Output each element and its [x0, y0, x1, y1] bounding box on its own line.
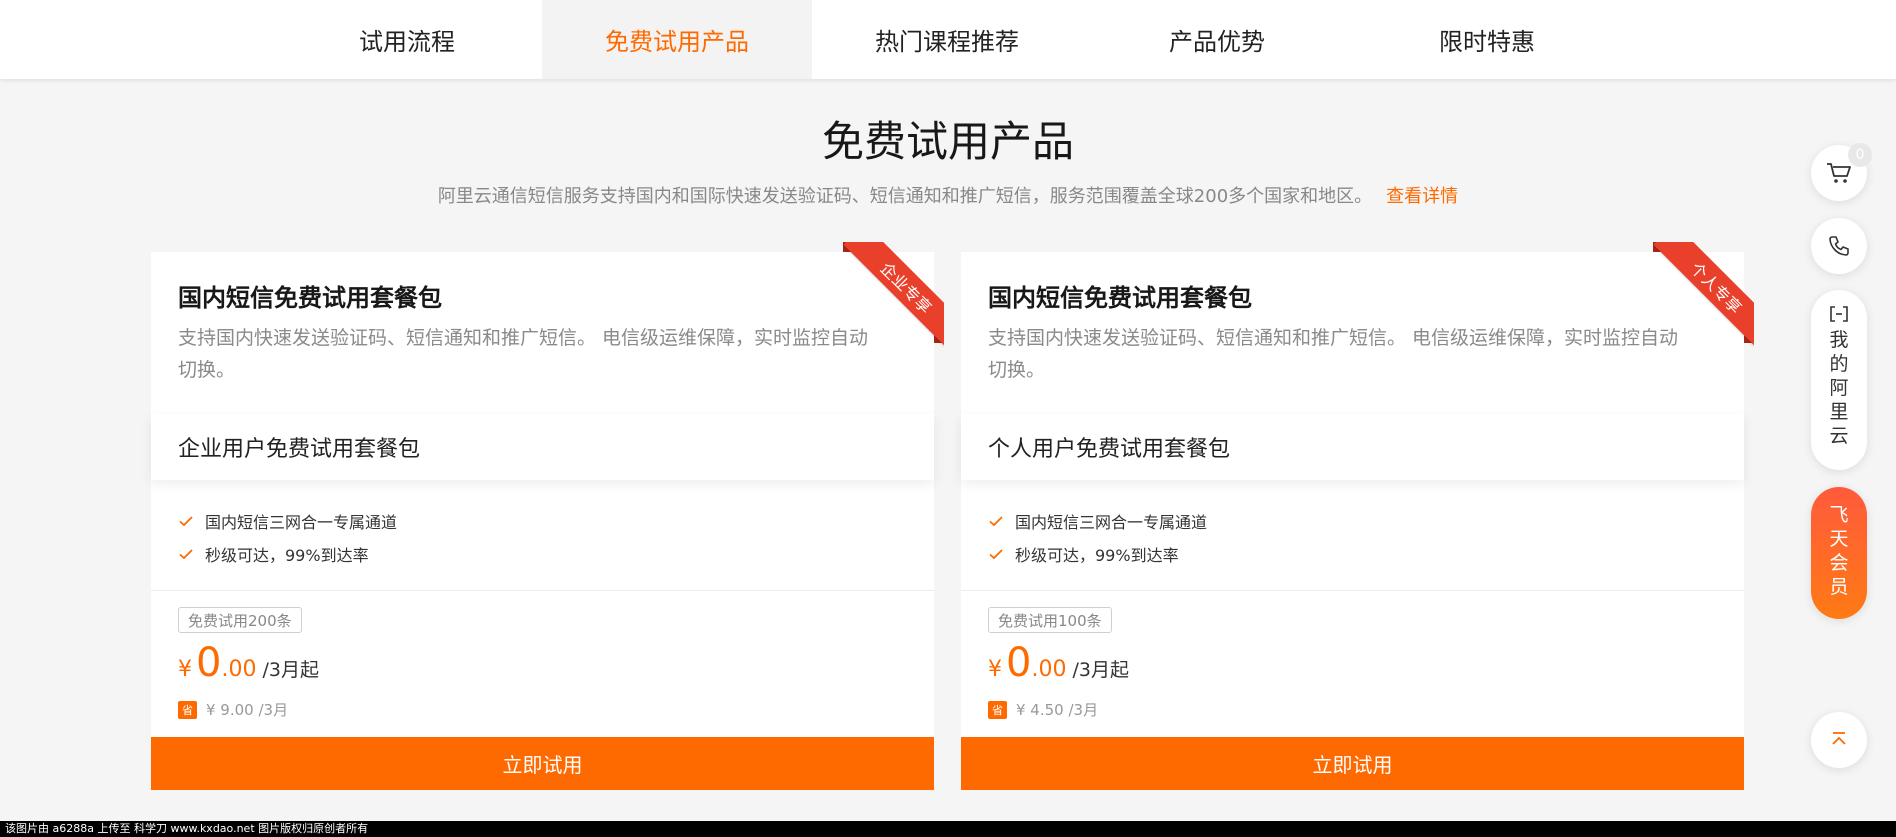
feature-list: 国内短信三网合一专属通道 秒级可达，99%到达率: [178, 504, 397, 570]
price-decimal: .00: [221, 657, 257, 682]
feitian-member-label: 飞天会员: [1829, 504, 1849, 598]
plan-name: 企业用户免费试用套餐包: [151, 414, 934, 480]
back-to-top-icon: [1832, 732, 1846, 745]
plan-name: 个人用户免费试用套餐包: [961, 414, 1744, 480]
card-description: 支持国内快速发送验证码、短信通知和推广短信。 电信级运维保障，实时监控自动切换。: [988, 327, 1679, 381]
top-nav: 试用流程 免费试用产品 热门课程推荐 产品优势 限时特惠: [0, 0, 1896, 79]
price: ¥ 0 .00 /3月起: [988, 640, 1129, 690]
savings: 省 ¥ 9.00 /3月: [178, 699, 288, 720]
try-now-button[interactable]: 立即试用: [961, 737, 1744, 790]
price-currency: ¥: [988, 657, 1002, 682]
check-icon: [179, 515, 193, 526]
view-details-link[interactable]: 查看详情: [1386, 186, 1458, 207]
check-icon: [989, 548, 1003, 559]
feature-item: 国内短信三网合一专属通道: [988, 504, 1207, 537]
card-title: 国内短信免费试用套餐包: [988, 284, 1252, 312]
my-aliyun-button[interactable]: 我的阿里云: [1811, 290, 1867, 470]
divider: [961, 590, 1744, 591]
feature-item: 秒级可达，99%到达率: [988, 537, 1207, 570]
tab-hot-courses[interactable]: 热门课程推荐: [812, 0, 1082, 79]
tab-product-advantages[interactable]: 产品优势: [1082, 0, 1352, 79]
feitian-member-button[interactable]: 飞天会员: [1811, 487, 1867, 619]
section-description: 阿里云通信短信服务支持国内和国际快速发送验证码、短信通知和推广短信，服务范围覆盖…: [0, 182, 1896, 208]
check-icon: [179, 548, 193, 559]
price-integer: 0: [1006, 640, 1032, 686]
tab-free-trial-products[interactable]: 免费试用产品: [542, 0, 812, 79]
save-badge: 省: [988, 700, 1007, 719]
phone-icon: [1829, 236, 1849, 256]
price-decimal: .00: [1031, 657, 1067, 682]
price-integer: 0: [196, 640, 222, 686]
card-description: 支持国内快速发送验证码、短信通知和推广短信。 电信级运维保障，实时监控自动切换。: [178, 327, 869, 381]
price: ¥ 0 .00 /3月起: [178, 640, 319, 690]
trial-card-enterprise: 企业专享 国内短信免费试用套餐包 支持国内快速发送验证码、短信通知和推广短信。 …: [151, 242, 944, 790]
feature-text: 秒级可达，99%到达率: [1015, 545, 1179, 565]
original-price: ¥ 9.00 /3月: [206, 701, 289, 719]
cart-count-badge: 0: [1848, 143, 1872, 167]
quota-tag: 免费试用200条: [178, 607, 302, 633]
feature-list: 国内短信三网合一专属通道 秒级可达，99%到达率: [988, 504, 1207, 570]
quota-tag: 免费试用100条: [988, 607, 1112, 633]
trial-card-personal: 个人专享 国内短信免费试用套餐包 支持国内快速发送验证码、短信通知和推广短信。 …: [961, 242, 1754, 790]
feature-text: 秒级可达，99%到达率: [205, 545, 369, 565]
phone-button[interactable]: [1811, 218, 1867, 274]
price-currency: ¥: [178, 657, 192, 682]
tab-limited-offers[interactable]: 限时特惠: [1352, 0, 1622, 79]
feature-item: 国内短信三网合一专属通道: [178, 504, 397, 537]
price-unit: /3月起: [262, 659, 319, 681]
my-aliyun-label: 我的阿里云: [1829, 329, 1849, 447]
card-title: 国内短信免费试用套餐包: [178, 284, 442, 312]
original-price: ¥ 4.50 /3月: [1016, 701, 1099, 719]
feature-text: 国内短信三网合一专属通道: [205, 512, 398, 532]
watermark-bar: 该图片由 a6288a 上传至 科学刀 www.kxdao.net 图片版权归原…: [0, 821, 1896, 837]
price-unit: /3月起: [1072, 659, 1129, 681]
section-title: 免费试用产品: [821, 117, 1074, 166]
section-description-text: 阿里云通信短信服务支持国内和国际快速发送验证码、短信通知和推广短信，服务范围覆盖…: [437, 186, 1373, 207]
tab-trial-process[interactable]: 试用流程: [272, 0, 542, 79]
try-now-button[interactable]: 立即试用: [151, 737, 934, 790]
divider: [151, 590, 934, 591]
cart-icon: [1827, 163, 1851, 183]
back-to-top-button[interactable]: [1811, 712, 1867, 768]
aliyun-logo-icon: [1830, 306, 1848, 322]
savings: 省 ¥ 4.50 /3月: [988, 699, 1098, 720]
check-icon: [989, 515, 1003, 526]
feature-text: 国内短信三网合一专属通道: [1015, 512, 1208, 532]
feature-item: 秒级可达，99%到达率: [178, 537, 397, 570]
save-badge: 省: [178, 700, 197, 719]
